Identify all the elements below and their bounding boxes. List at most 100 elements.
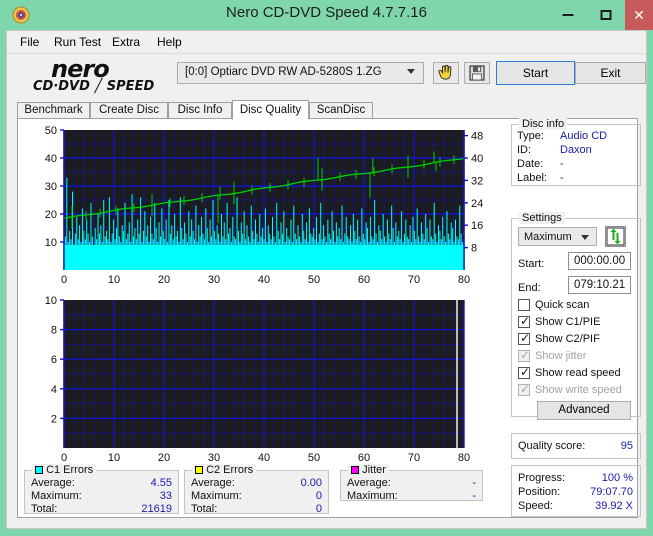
svg-text:16: 16 <box>471 220 483 232</box>
c1-errors-stats-box: C1 Errors Average: Maximum: Total: 4.55 … <box>24 464 179 515</box>
svg-text:8: 8 <box>51 325 57 337</box>
hand-tool-icon <box>438 64 452 80</box>
start-button[interactable]: Start <box>496 61 575 85</box>
checkbox-show-c2-pif[interactable]: ✓ <box>518 331 531 345</box>
svg-text:10: 10 <box>108 452 120 464</box>
minimize-button[interactable] <box>549 0 587 30</box>
refresh-button[interactable] <box>605 226 626 247</box>
end-time-label: End: <box>518 282 541 294</box>
checkbox-show-write-speed-label: Show write speed <box>535 384 622 396</box>
checkbox-show-c1-pie[interactable]: ✓ <box>518 315 530 328</box>
chevron-down-icon <box>581 235 589 240</box>
tab-scandisc[interactable]: ScanDisc <box>309 102 373 119</box>
c1-errors-chart: 10 20 30 40 50 0 10 20 30 40 50 60 70 80 8 16 24 32 40 48 <box>26 124 496 292</box>
svg-text:70: 70 <box>408 452 420 464</box>
c1-errors-caption-group: C1 Errors <box>32 464 97 476</box>
svg-text:20: 20 <box>158 274 170 286</box>
svg-text:4: 4 <box>51 384 57 396</box>
svg-text:10: 10 <box>45 237 57 249</box>
disc-id-value: Daxon <box>560 144 592 156</box>
jitter-caption-group: Jitter <box>348 464 389 476</box>
svg-text:8: 8 <box>471 243 477 255</box>
c2-errors-caption: C2 Errors <box>206 464 254 476</box>
progress-value: 100 % <box>601 472 633 484</box>
start-time-field[interactable]: 000:00.00 <box>568 252 631 270</box>
exit-button[interactable]: Exit <box>575 62 646 84</box>
tab-disc-quality[interactable]: Disc Quality <box>232 100 309 120</box>
check-icon: ✓ <box>520 348 531 362</box>
menu-help[interactable]: Help <box>152 34 187 50</box>
disc-info-box: Disc info Type: ID: Date: Label: Audio C… <box>511 118 641 186</box>
c1-average-label: Average: <box>31 477 75 489</box>
jitter-average-label: Average: <box>347 477 391 489</box>
application-window: Nero CD-DVD Speed 4.7.7.16 ✕ File Run Te… <box>0 0 653 536</box>
checkbox-quick-scan-label: Quick scan <box>535 299 590 311</box>
svg-text:6: 6 <box>51 354 57 366</box>
settings-caption: Settings <box>519 212 565 224</box>
end-time-field[interactable]: 079:10.21 <box>568 276 631 294</box>
hand-tool-button[interactable] <box>433 62 459 84</box>
svg-text:20: 20 <box>45 209 57 221</box>
drive-selector[interactable]: [0:0] Optiarc DVD RW AD-5280S 1.ZG <box>177 62 424 84</box>
advanced-button[interactable]: Advanced <box>537 401 631 420</box>
start-time-value: 000:00.00 <box>574 255 626 267</box>
minimize-icon <box>562 14 574 16</box>
tab-create-disc[interactable]: Create Disc <box>90 102 168 119</box>
svg-text:60: 60 <box>358 274 370 286</box>
c2-errors-chart-svg: 2 4 6 8 10 0 10 20 30 40 50 60 70 80 <box>45 295 470 464</box>
floppy-save-icon <box>469 65 485 81</box>
progress-label: Progress: <box>518 472 566 484</box>
window-footer <box>0 529 653 536</box>
checkbox-show-jitter: ✓ <box>518 348 531 362</box>
c2-maximum-label: Maximum: <box>191 490 242 502</box>
checkbox-quick-scan[interactable] <box>518 299 530 311</box>
close-icon: ✕ <box>633 7 645 23</box>
checkbox-show-c2-pif-label: Show C2/PIF <box>535 333 600 345</box>
jitter-average-value: - <box>472 477 476 489</box>
svg-text:70: 70 <box>408 274 420 286</box>
c2-errors-chart: 2 4 6 8 10 0 10 20 30 40 50 60 70 80 <box>26 294 496 477</box>
quality-score-box: Quality score: 95 <box>511 433 641 459</box>
svg-text:40: 40 <box>471 153 483 165</box>
chevron-down-icon <box>407 69 415 74</box>
tab-benchmark[interactable]: Benchmark <box>17 102 90 119</box>
svg-text:10: 10 <box>108 274 120 286</box>
disc-info-caption: Disc info <box>519 118 568 130</box>
svg-text:50: 50 <box>308 274 320 286</box>
c1-total-label: Total: <box>31 503 58 515</box>
checkbox-show-read-speed-label: Show read speed <box>535 367 621 379</box>
tab-strip: Benchmark Create Disc Disc Info Disc Qua… <box>17 100 373 120</box>
disc-type-label: Type: <box>517 130 544 142</box>
check-icon: ✓ <box>520 331 531 345</box>
c1-color-swatch <box>35 466 43 474</box>
speed-select[interactable]: Maximum <box>518 227 597 246</box>
refresh-icon <box>606 227 625 246</box>
menu-file[interactable]: File <box>15 34 44 50</box>
close-button[interactable]: ✕ <box>625 0 653 30</box>
nero-logo: nero CD·DVD ╱ SPEED <box>33 55 173 97</box>
svg-text:50: 50 <box>308 452 320 464</box>
svg-text:60: 60 <box>358 452 370 464</box>
disc-type-value: Audio CD <box>560 130 608 142</box>
quality-score-label: Quality score: <box>518 440 586 452</box>
svg-text:50: 50 <box>45 125 57 137</box>
c2-total-label: Total: <box>191 503 218 515</box>
svg-text:0: 0 <box>61 274 67 286</box>
maximize-button[interactable] <box>587 0 625 30</box>
tab-disc-info[interactable]: Disc Info <box>168 102 232 119</box>
position-label: Position: <box>518 486 561 498</box>
menu-extra[interactable]: Extra <box>107 34 145 50</box>
title-bar: Nero CD-DVD Speed 4.7.7.16 ✕ <box>0 0 653 30</box>
c2-color-swatch <box>195 466 203 474</box>
status-box: Progress: Position: Speed: 100 % 79:07.7… <box>511 465 641 517</box>
save-button[interactable] <box>464 62 490 84</box>
svg-text:20: 20 <box>158 452 170 464</box>
c2-errors-stats-box: C2 Errors Average: Maximum: Total: 0.00 … <box>184 464 329 515</box>
quality-score-value: 95 <box>620 440 633 452</box>
svg-text:24: 24 <box>471 198 483 210</box>
speed-label: Speed: <box>518 500 553 512</box>
menu-run-test[interactable]: Run Test <box>49 34 106 50</box>
svg-text:0: 0 <box>61 452 67 464</box>
menu-bar: File Run Test Extra Help <box>7 31 646 54</box>
checkbox-show-read-speed[interactable]: ✓ <box>518 366 530 379</box>
